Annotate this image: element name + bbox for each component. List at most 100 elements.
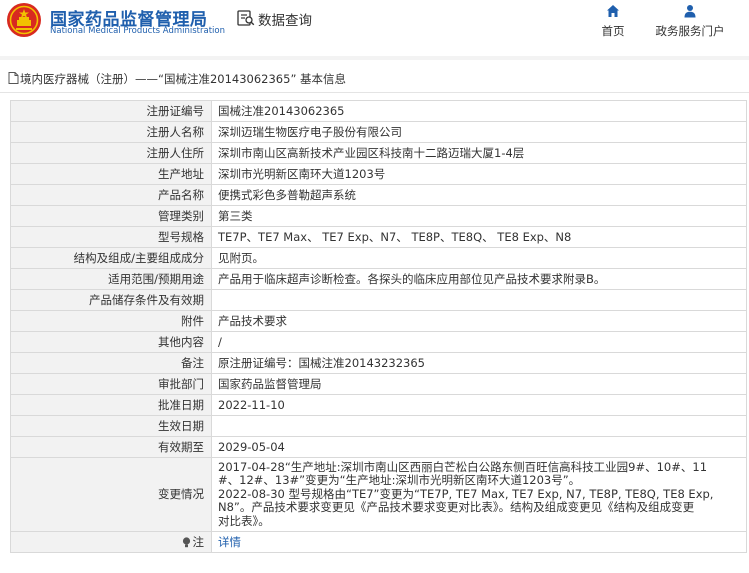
field-label-text: 注册证编号 xyxy=(146,103,205,118)
user-icon xyxy=(684,5,696,18)
field-label: 有效期至 xyxy=(10,436,212,458)
field-value-text: 国械注准20143062365 xyxy=(218,103,345,118)
field-value xyxy=(211,415,747,437)
field-value: 产品技术要求 xyxy=(211,310,747,332)
breadcrumb-text: 境内医疗器械（注册）——“国械注准20143062365” 基本信息 xyxy=(20,72,347,86)
field-label: 产品储存条件及有效期 xyxy=(10,289,212,311)
field-label: 适用范围/预期用途 xyxy=(10,268,212,290)
field-label: 备注 xyxy=(10,352,212,374)
field-value: 国家药品监督管理局 xyxy=(211,373,747,395)
field-value: 产品用于临床超声诊断检查。各探头的临床应用部位见产品技术要求附录B。 xyxy=(211,268,747,290)
info-row: 管理类别 第三类 xyxy=(10,205,747,227)
info-row: 附件 产品技术要求 xyxy=(10,310,747,332)
info-row: 注册人名称 深圳迈瑞生物医疗电子股份有限公司 xyxy=(10,121,747,143)
change-history-line: 2022-08-30 型号规格由“TE7”变更为“TE7P, TE7 Max, … xyxy=(218,486,714,501)
field-value: 便携式彩色多普勒超声系统 xyxy=(211,184,747,206)
field-value-text: 2029-05-04 xyxy=(218,439,285,454)
nav-gov-service[interactable]: 政务服务门户 xyxy=(650,4,730,39)
field-label-text: 适用范围/预期用途 xyxy=(108,271,204,286)
field-value: / xyxy=(211,331,747,353)
details-link[interactable]: 详情 xyxy=(218,535,241,549)
field-label: 注册证编号 xyxy=(10,100,212,122)
info-row: 适用范围/预期用途 产品用于临床超声诊断检查。各探头的临床应用部位见产品技术要求附… xyxy=(10,268,747,290)
field-value: 2022-11-10 xyxy=(211,394,747,416)
info-row: 有效期至 2029-05-04 xyxy=(10,436,747,458)
field-value: TE7P、TE7 Max、 TE7 Exp、N7、 TE8P、TE8Q、 TE8… xyxy=(211,226,747,248)
field-label: 生产地址 xyxy=(10,163,212,185)
data-query-title: 数据查询 xyxy=(258,13,312,29)
field-label-text: 审批部门 xyxy=(158,376,204,391)
info-row: 注册证编号 国械注准20143062365 xyxy=(10,100,747,122)
field-label-text: 管理类别 xyxy=(158,208,204,223)
field-value: 国械注准20143062365 xyxy=(211,100,747,122)
field-label-text: 注册人住所 xyxy=(146,145,205,160)
field-value-text: 深圳迈瑞生物医疗电子股份有限公司 xyxy=(218,124,402,139)
info-row: 结构及组成/主要组成成分 见附页。 xyxy=(10,247,747,269)
bulb-icon xyxy=(182,536,190,547)
field-value-text: 见附页。 xyxy=(218,250,264,265)
field-value-text: TE7P、TE7 Max、 TE7 Exp、N7、 TE8P、TE8Q、 TE8… xyxy=(218,229,572,244)
field-label-text: 产品储存条件及有效期 xyxy=(89,292,204,307)
document-icon xyxy=(8,72,19,84)
field-label-text: 生产地址 xyxy=(158,166,204,181)
change-history-line: N8”。产品技术要求变更见《产品技术要求变更对比表》。结构及组成变更见《结构及组… xyxy=(218,500,695,515)
field-value-text: 深圳市南山区高新技术产业园区科技南十二路迈瑞大厦1-4层 xyxy=(218,145,525,160)
field-label: 结构及组成/主要组成成分 xyxy=(10,247,212,269)
info-row: 生产地址 深圳市光明新区南环大道1203号 xyxy=(10,163,747,185)
info-row: 生效日期 xyxy=(10,415,747,437)
emblem-logo[interactable] xyxy=(6,2,42,38)
field-value-text: 便携式彩色多普勒超声系统 xyxy=(218,187,356,202)
field-label-text: 有效期至 xyxy=(158,439,204,454)
nav-home[interactable]: 首页 xyxy=(598,4,628,39)
info-row: 其他内容 / xyxy=(10,331,747,353)
field-label: 产品名称 xyxy=(10,184,212,206)
field-value-text: 深圳市光明新区南环大道1203号 xyxy=(218,166,386,181)
change-history-line: 2017-04-28“生产地址:深圳市南山区西丽白芒松白公路东侧百旺信高科技工业… xyxy=(218,459,708,474)
field-value: 2017-04-28“生产地址:深圳市南山区西丽白芒松白公路东侧百旺信高科技工业… xyxy=(211,457,747,532)
change-history-line: 对比表》。 xyxy=(218,513,270,528)
nav-gov-label[interactable]: 政务服务门户 xyxy=(656,24,725,38)
info-row: 产品名称 便携式彩色多普勒超声系统 xyxy=(10,184,747,206)
field-label: 批准日期 xyxy=(10,394,212,416)
field-value: 见附页。 xyxy=(211,247,747,269)
info-row: 批准日期 2022-11-10 xyxy=(10,394,747,416)
field-label-text: 备注 xyxy=(181,355,204,370)
field-label-text: 变更情况 xyxy=(158,487,204,501)
breadcrumb: 境内医疗器械（注册）——“国械注准20143062365” 基本信息 xyxy=(8,71,346,87)
field-value-text: 产品用于临床超声诊断检查。各探头的临床应用部位见产品技术要求附录B。 xyxy=(218,271,606,286)
data-query-icon xyxy=(237,10,255,26)
field-label: 其他内容 xyxy=(10,331,212,353)
info-row: 变更情况 2017-04-28“生产地址:深圳市南山区西丽白芒松白公路东侧百旺信高… xyxy=(10,457,747,532)
info-row: 产品储存条件及有效期 xyxy=(10,289,747,311)
site-header: 国家药品监督管理局 National Medical Products Admi… xyxy=(0,0,749,48)
field-label-text: 附件 xyxy=(181,313,204,328)
field-label: 管理类别 xyxy=(10,205,212,227)
change-history-line: #、12#、13#”变更为“生产地址:深圳市光明新区南环大道1203号”。 xyxy=(218,473,581,488)
field-label-text: 结构及组成/主要组成成分 xyxy=(73,250,204,265)
nav-home-label[interactable]: 首页 xyxy=(602,24,625,38)
field-label-text: 注册人名称 xyxy=(146,124,205,139)
field-label-text: 产品名称 xyxy=(158,187,204,202)
field-label: 型号规格 xyxy=(10,226,212,248)
info-row: 注详情 xyxy=(10,531,747,553)
info-row: 备注 原注册证编号：国械注准20143232365 xyxy=(10,352,747,374)
field-label: 审批部门 xyxy=(10,373,212,395)
field-value-text: 国家药品监督管理局 xyxy=(218,376,322,391)
field-label: 注册人名称 xyxy=(10,121,212,143)
field-value: 原注册证编号：国械注准20143232365 xyxy=(211,352,747,374)
agency-name-en[interactable]: National Medical Products Administration xyxy=(50,26,225,36)
field-value-text: / xyxy=(218,334,222,349)
field-value-text: 第三类 xyxy=(218,208,253,223)
home-icon xyxy=(607,5,619,17)
field-label-text: 其他内容 xyxy=(158,334,204,349)
field-value-text: 原注册证编号：国械注准20143232365 xyxy=(218,355,425,370)
field-label-text: 批准日期 xyxy=(158,397,204,412)
field-value-text: 2022-11-10 xyxy=(218,397,285,412)
field-label: 注 xyxy=(10,531,212,553)
field-label-text: 型号规格 xyxy=(158,229,204,244)
header-divider xyxy=(0,56,749,60)
field-label: 变更情况 xyxy=(10,457,212,532)
field-value: 深圳市南山区高新技术产业园区科技南十二路迈瑞大厦1-4层 xyxy=(211,142,747,164)
field-value xyxy=(211,289,747,311)
field-value: 深圳市光明新区南环大道1203号 xyxy=(211,163,747,185)
